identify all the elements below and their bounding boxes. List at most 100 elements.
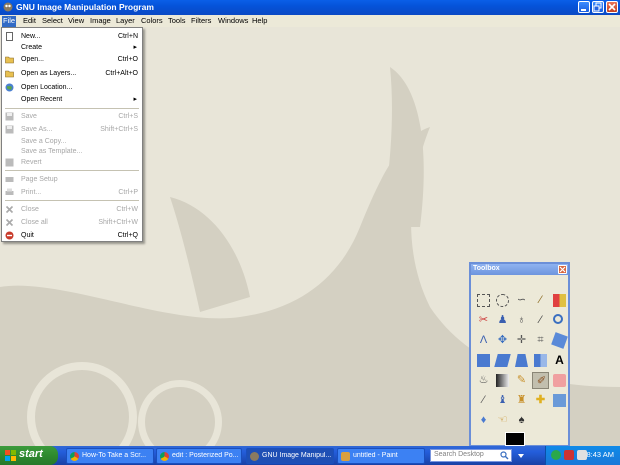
menu-tools[interactable]: Tools (167, 16, 187, 27)
menu-windows[interactable]: Windows (217, 16, 249, 27)
minimize-button[interactable] (578, 1, 590, 13)
blur-tool[interactable]: ♦ (475, 412, 492, 429)
water-drop-icon: ♦ (480, 414, 487, 426)
taskbar-task-gimp[interactable]: GNU Image Manipul... (246, 448, 334, 464)
text-tool[interactable]: A (551, 352, 568, 369)
save-as-icon (5, 125, 14, 134)
paths-icon: ♁ (517, 314, 526, 326)
dodge-burn-tool[interactable]: ♠ (513, 412, 530, 429)
crop-tool[interactable]: ⌗ (532, 332, 549, 349)
maximize-button[interactable] (592, 1, 604, 13)
menu-item-close-all[interactable]: Close all Shift+Ctrl+W (3, 217, 141, 228)
start-button[interactable]: start (0, 446, 58, 465)
menu-edit[interactable]: Edit (22, 16, 37, 27)
gimp-icon (250, 452, 259, 461)
network-icon[interactable] (551, 450, 561, 460)
chrome-icon (70, 452, 79, 461)
desktop-search-input[interactable]: Search Desktop (430, 449, 512, 462)
zoom-tool[interactable] (551, 312, 568, 329)
clone-tool[interactable]: ♜ (513, 392, 530, 409)
shear-tool[interactable] (494, 352, 511, 369)
heal-tool[interactable]: ✚ (532, 392, 549, 409)
menu-colors[interactable]: Colors (140, 16, 164, 27)
menu-item-open-as-layers[interactable]: Open as Layers... Ctrl+Alt+O (3, 68, 141, 79)
taskbar-task-howto[interactable]: How-To Take a Scr... (66, 448, 154, 464)
toolbox-titlebar[interactable]: Toolbox (471, 264, 568, 275)
window-title: GNU Image Manipulation Program (16, 2, 154, 12)
menu-item-create[interactable]: Create ▸ (3, 42, 141, 53)
taskbar-task-edit[interactable]: edit : Posterized Po... (156, 448, 242, 464)
search-options-icon[interactable] (516, 451, 526, 461)
pencil-tool[interactable]: ✎ (513, 372, 530, 389)
menu-item-revert[interactable]: Revert (3, 157, 141, 168)
restore-icon (593, 2, 602, 12)
flip-tool[interactable] (532, 352, 549, 369)
menu-image[interactable]: Image (89, 16, 112, 27)
align-tool[interactable]: ✛ (513, 332, 530, 349)
scissors-tool[interactable]: ✂ (475, 312, 492, 329)
search-icon (500, 451, 509, 460)
menu-item-label: Create (21, 44, 43, 51)
foreground-select-icon: ♟ (497, 314, 508, 326)
rect-select-tool[interactable] (475, 292, 492, 309)
menu-item-close[interactable]: Close Ctrl+W (3, 204, 141, 215)
minimize-icon (581, 9, 586, 11)
foreground-select-tool[interactable]: ♟ (494, 312, 511, 329)
menu-item-quit[interactable]: Quit Ctrl+Q (3, 230, 141, 241)
menu-item-label: Open... (21, 56, 44, 63)
menu-item-save-template[interactable]: Save as Template... (3, 146, 141, 157)
ink-tool[interactable]: ♝ (494, 392, 511, 409)
menu-item-label: Quit (21, 232, 34, 239)
shear-icon (494, 354, 511, 367)
color-picker-tool[interactable]: ⁄ (532, 312, 549, 329)
menu-file[interactable]: File (2, 16, 17, 27)
close-icon (608, 3, 616, 11)
menu-item-page-setup[interactable]: Page Setup (3, 174, 141, 185)
menu-layer[interactable]: Layer (115, 16, 136, 27)
taskbar-task-paint[interactable]: untitled - Paint (337, 448, 425, 464)
menu-bar: File Edit Select View Image Layer Colors… (0, 15, 620, 27)
paths-tool[interactable]: ♁ (513, 312, 530, 329)
close-icon (559, 266, 566, 273)
airbrush-tool[interactable]: ⁄ (475, 392, 492, 409)
gradient-icon (496, 374, 509, 387)
free-select-tool[interactable]: ∽ (513, 292, 530, 309)
ink-icon: ♝ (497, 394, 508, 406)
smudge-tool[interactable]: ☜ (494, 412, 511, 429)
file-menu-dropdown: New... Ctrl+N Create ▸ Open... Ctrl+O Op… (1, 27, 143, 242)
menu-item-open[interactable]: Open... Ctrl+O (3, 54, 141, 65)
menu-view[interactable]: View (67, 16, 85, 27)
menu-item-save-as[interactable]: Save As... Shift+Ctrl+S (3, 124, 141, 135)
menu-item-label: Save As... (21, 126, 53, 133)
menu-item-shortcut: Shift+Ctrl+W (98, 219, 138, 226)
rect-select-icon (477, 294, 490, 307)
clock[interactable]: 8:43 AM (586, 450, 614, 459)
menu-item-print[interactable]: Print... Ctrl+P (3, 187, 141, 198)
blend-tool[interactable] (494, 372, 511, 389)
menu-item-open-recent[interactable]: Open Recent ▸ (3, 94, 141, 105)
menu-filters[interactable]: Filters (190, 16, 212, 27)
menu-item-label: Save as Template... (21, 148, 83, 155)
menu-help[interactable]: Help (251, 16, 268, 27)
dodge-burn-icon: ♠ (518, 414, 525, 426)
move-tool[interactable]: ✥ (494, 332, 511, 349)
bucket-fill-tool[interactable]: ♨ (475, 372, 492, 389)
paintbrush-tool[interactable]: ✐ (532, 372, 549, 389)
fuzzy-select-tool[interactable]: ⁄ (532, 292, 549, 309)
toolbox-close-button[interactable] (558, 265, 567, 274)
menu-item-new[interactable]: New... Ctrl+N (3, 31, 141, 42)
menu-item-open-location[interactable]: Open Location... (3, 82, 141, 93)
security-icon[interactable] (564, 450, 574, 460)
perspective-tool[interactable] (513, 352, 530, 369)
eraser-tool[interactable] (551, 372, 568, 389)
rotate-tool[interactable] (551, 332, 568, 349)
foreground-color-swatch[interactable] (505, 432, 525, 446)
measure-tool[interactable]: Λ (475, 332, 492, 349)
ellipse-select-tool[interactable] (494, 292, 511, 309)
close-window-button[interactable] (606, 1, 618, 13)
select-by-color-tool[interactable] (551, 292, 568, 309)
menu-item-save[interactable]: Save Ctrl+S (3, 111, 141, 122)
menu-select[interactable]: Select (41, 16, 64, 27)
perspective-clone-tool[interactable] (551, 392, 568, 409)
scale-tool[interactable] (475, 352, 492, 369)
